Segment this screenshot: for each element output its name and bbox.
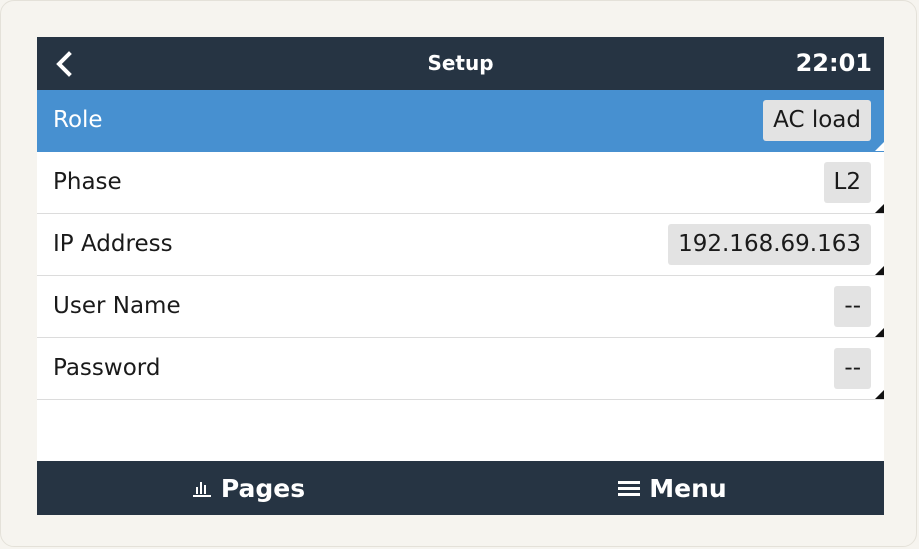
setting-label: IP Address (53, 231, 173, 257)
menu-button[interactable]: Menu (461, 461, 884, 515)
edit-corner-icon (875, 142, 884, 151)
menu-label: Menu (649, 473, 727, 503)
page-title: Setup (427, 51, 494, 75)
setting-label: Phase (53, 169, 122, 195)
edit-corner-icon (875, 204, 884, 213)
setting-label: Password (53, 355, 161, 381)
settings-list: Role AC load Phase L2 IP Address 192.168… (37, 90, 884, 400)
hamburger-menu-icon (618, 481, 641, 496)
setting-value: L2 (823, 162, 871, 203)
footer-bar: Pages Menu (37, 461, 884, 515)
setting-label: User Name (53, 293, 181, 319)
device-screen: Setup 22:01 Role AC load Phase L2 IP Add… (37, 37, 884, 515)
setting-row-password[interactable]: Password -- (37, 338, 884, 400)
setting-label: Role (53, 107, 103, 133)
setting-row-ip-address[interactable]: IP Address 192.168.69.163 (37, 214, 884, 276)
setting-value: -- (834, 348, 871, 389)
clock-time: 22:01 (795, 49, 872, 77)
setting-row-phase[interactable]: Phase L2 (37, 152, 884, 214)
pages-button[interactable]: Pages (37, 461, 460, 515)
edit-corner-icon (875, 328, 884, 337)
setting-value: -- (834, 286, 871, 327)
setting-value: 192.168.69.163 (668, 224, 871, 265)
pages-label: Pages (220, 473, 306, 503)
edit-corner-icon (875, 266, 884, 275)
setting-row-role[interactable]: Role AC load (37, 90, 884, 152)
bar-chart-icon (192, 482, 211, 497)
edit-corner-icon (875, 390, 884, 399)
header-bar: Setup 22:01 (37, 37, 884, 90)
setting-value: AC load (763, 100, 871, 141)
setting-row-user-name[interactable]: User Name -- (37, 276, 884, 338)
